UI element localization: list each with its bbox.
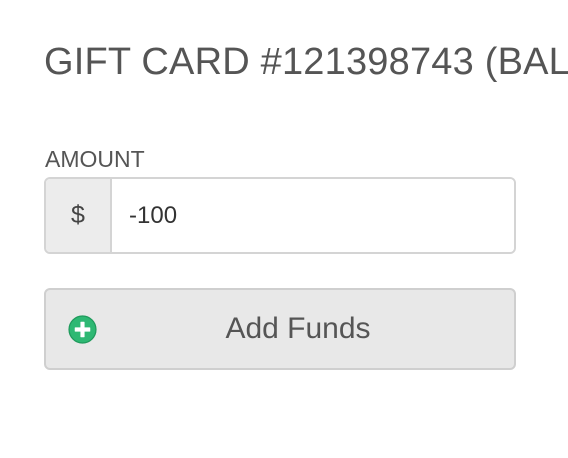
page-title: GIFT CARD #121398743 (BAL	[44, 41, 568, 83]
amount-input[interactable]	[112, 179, 514, 252]
amount-input-group: $	[44, 177, 516, 254]
gift-card-panel: GIFT CARD #121398743 (BAL AMOUNT $ Add F…	[0, 0, 568, 458]
currency-addon: $	[46, 179, 112, 252]
add-funds-label: Add Funds	[225, 312, 371, 345]
plus-circle-icon	[68, 315, 97, 344]
amount-label: AMOUNT	[45, 146, 145, 172]
add-funds-button[interactable]: Add Funds	[44, 288, 516, 370]
